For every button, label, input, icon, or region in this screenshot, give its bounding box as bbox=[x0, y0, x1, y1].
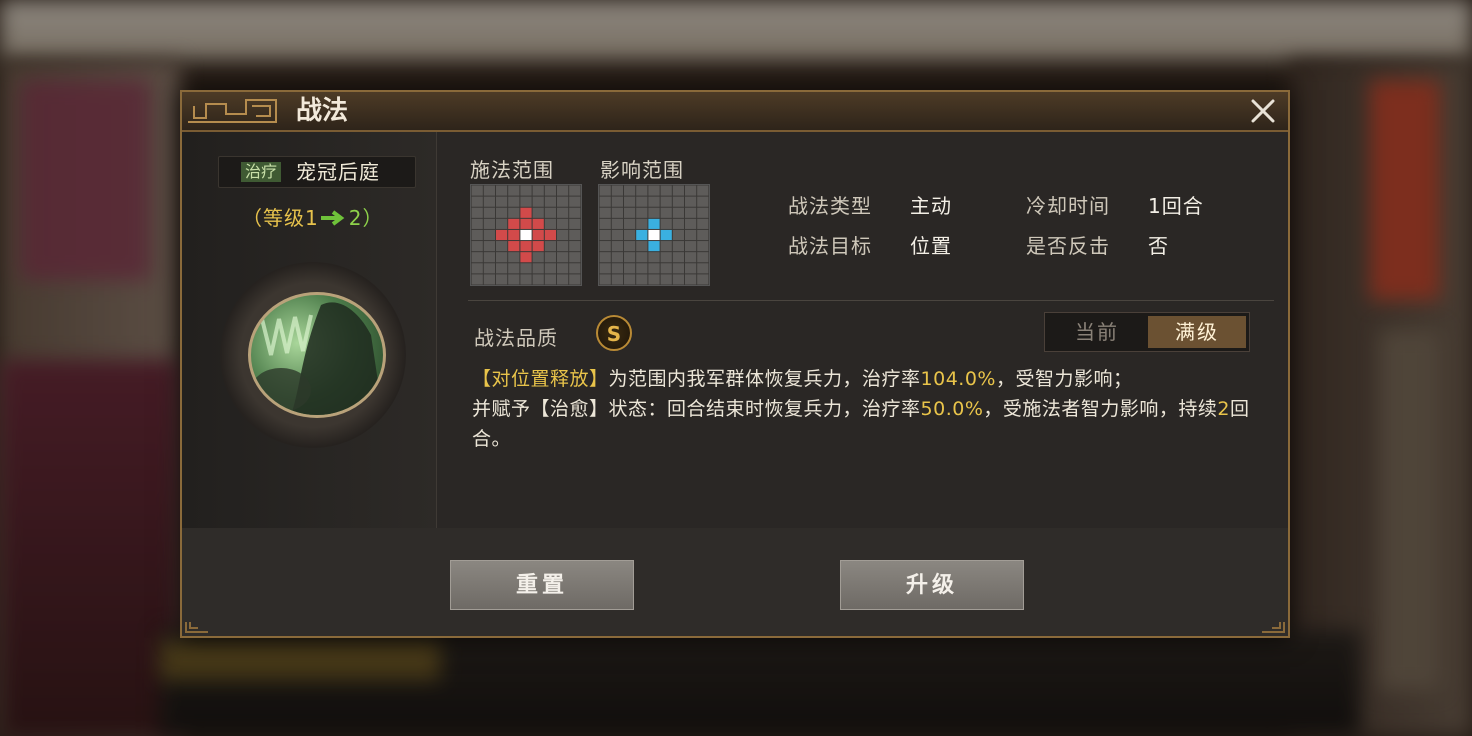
reset-button[interactable]: 重置 bbox=[450, 560, 634, 610]
skill-description: 【对位置释放】为范围内我军群体恢复兵力，治疗率104.0%，受智力影响； 并赋予【… bbox=[472, 364, 1262, 454]
corner-ornament-icon bbox=[185, 622, 208, 633]
cooldown-value: 1回合 bbox=[1148, 194, 1204, 218]
skill-type-label: 战法类型 bbox=[788, 194, 872, 218]
upgrade-button[interactable]: 升级 bbox=[840, 560, 1024, 610]
level-toggle: 当前 满级 bbox=[1044, 312, 1250, 352]
effect-range-label: 影响范围 bbox=[600, 158, 684, 182]
counterattack-label: 是否反击 bbox=[1026, 234, 1110, 258]
skill-type-value: 主动 bbox=[910, 194, 952, 218]
desc-text: ，受施法者智力影响，持续 bbox=[983, 398, 1218, 420]
skill-summary-panel: 治疗 宠冠后庭 （等级1 2） bbox=[182, 132, 437, 528]
title-bar: 战法 bbox=[182, 92, 1288, 132]
desc-text: 为范围内我军群体恢复兵力，治疗率 bbox=[608, 368, 921, 390]
level-from: （等级1 bbox=[242, 206, 319, 230]
quality-grade-badge: S bbox=[596, 315, 632, 351]
counterattack-value: 否 bbox=[1148, 234, 1169, 258]
close-icon[interactable] bbox=[1248, 96, 1278, 126]
skill-portrait-icon bbox=[248, 292, 386, 418]
skill-type-tag: 治疗 bbox=[241, 162, 282, 182]
desc-status-heal-rate: 50.0% bbox=[920, 398, 984, 420]
effect-range-grid bbox=[598, 184, 710, 286]
toggle-max-level[interactable]: 满级 bbox=[1148, 316, 1246, 348]
desc-duration-turns: 2 bbox=[1217, 398, 1230, 420]
cast-range-grid bbox=[470, 184, 582, 286]
arrow-right-icon bbox=[320, 210, 345, 226]
skill-dialog: 战法 治疗 宠冠后庭 （等级1 2） 施法范围 影响范围 战法类型 主动 冷却时… bbox=[180, 90, 1290, 638]
skill-target-label: 战法目标 bbox=[788, 234, 872, 258]
desc-heal-rate: 104.0% bbox=[920, 368, 996, 390]
skill-name: 宠冠后庭 bbox=[296, 160, 380, 184]
skill-target-value: 位置 bbox=[910, 234, 952, 258]
level-to: 2） bbox=[348, 206, 384, 230]
desc-text: ，受智力影响； bbox=[995, 368, 1133, 390]
quality-label: 战法品质 bbox=[474, 326, 558, 350]
dialog-title: 战法 bbox=[296, 96, 349, 126]
skill-detail-panel: 施法范围 影响范围 战法类型 主动 冷却时间 1回合 战法目标 位置 是否反击 … bbox=[438, 132, 1288, 528]
skill-name-box: 治疗 宠冠后庭 bbox=[218, 156, 416, 188]
level-change: （等级1 2） bbox=[242, 202, 383, 231]
toggle-current-level[interactable]: 当前 bbox=[1048, 316, 1146, 348]
divider bbox=[468, 300, 1274, 301]
desc-target-tag: 【对位置释放】 bbox=[472, 368, 609, 390]
corner-ornament-icon bbox=[1262, 622, 1285, 633]
skill-icon-frame bbox=[220, 262, 406, 448]
dialog-footer: 重置 升级 bbox=[182, 528, 1288, 636]
desc-text: 并赋予【治愈】状态：回合结束时恢复兵力，治疗率 bbox=[472, 398, 921, 420]
title-ornament-icon bbox=[188, 99, 277, 123]
cooldown-label: 冷却时间 bbox=[1026, 194, 1110, 218]
cast-range-label: 施法范围 bbox=[470, 158, 554, 182]
